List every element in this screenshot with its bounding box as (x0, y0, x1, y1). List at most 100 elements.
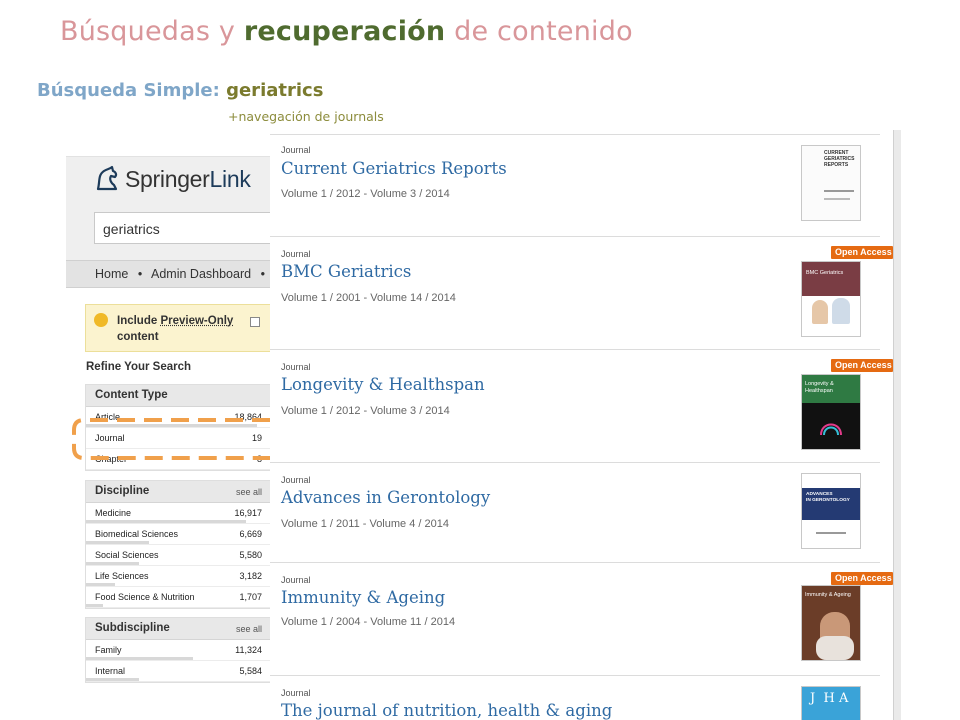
result-item: Journal BMC Geriatrics Volume 1 / 2001 -… (270, 237, 893, 350)
facet-count-bar (86, 520, 247, 523)
journal-results-list: Journal Current Geriatrics Reports Volum… (270, 134, 893, 720)
navigation-note: +navegación de journals (228, 109, 384, 124)
preview-only-notice: Include Preview-Only content (85, 304, 270, 352)
longevity-healthspan-cover[interactable]: Longevity & Healthspan (801, 374, 861, 450)
facet-count: 5,584 (239, 666, 262, 676)
cover-spiral-graphic (820, 423, 842, 436)
cover-title: Immunity & Ageing (805, 592, 851, 598)
results-scrollbar[interactable] (893, 130, 901, 720)
facet-label: Food Science & Nutrition (95, 592, 195, 602)
result-item: Journal Current Geriatrics Reports Volum… (270, 135, 880, 237)
breadcrumb-home-link[interactable]: Home (95, 267, 128, 281)
facet-count: 5,580 (239, 550, 262, 560)
search-input[interactable]: geriatrics (94, 212, 270, 244)
open-access-badge: Open Access (831, 359, 893, 372)
journal-title-link[interactable]: Current Geriatrics Reports (281, 159, 507, 178)
facet-row-family[interactable]: Family 11,324 (86, 640, 270, 661)
facet-row-medicine[interactable]: Medicine 16,917 (86, 503, 270, 524)
facet-label: Family (95, 645, 122, 655)
springer-horse-icon (96, 165, 118, 191)
journal-title-link[interactable]: BMC Geriatrics (281, 262, 411, 281)
refine-search-heading: Refine Your Search (86, 361, 192, 373)
slide-subtitle: Búsqueda Simple: geriatrics (37, 80, 323, 101)
facet-row-food-science-nutrition[interactable]: Food Science & Nutrition 1,707 (86, 587, 270, 608)
facet-count: 16,917 (234, 508, 262, 518)
subdiscipline-heading-label: Subdiscipline (95, 622, 170, 634)
cover-title-line: IN GERONTOLOGY (806, 498, 850, 503)
facet-count-bar (86, 583, 116, 586)
subtitle-search-term: geriatrics (226, 80, 324, 101)
cover-title-line: REPORTS (824, 162, 849, 168)
springer-header: SpringerLink geriatrics (66, 156, 270, 260)
open-access-badge: Open Access (831, 572, 893, 585)
facet-count-bar (86, 541, 149, 544)
subdiscipline-heading: Subdiscipline see all (86, 618, 270, 640)
journal-title-link[interactable]: Immunity & Ageing (281, 588, 445, 607)
slide-title-emphasis: recuperación (243, 16, 446, 47)
preview-only-link[interactable]: Preview-Only (160, 315, 233, 327)
breadcrumb-separator: • (260, 267, 265, 281)
facet-label: Biomedical Sciences (95, 529, 179, 539)
logo-link-text: Link (209, 165, 251, 192)
facet-row-internal[interactable]: Internal 5,584 (86, 661, 270, 682)
nutrition-health-aging-cover[interactable]: J H A (801, 686, 861, 720)
volume-range: Volume 1 / 2012 - Volume 3 / 2014 (281, 405, 450, 417)
content-type-label: Journal (281, 475, 311, 485)
result-item: Journal Immunity & Ageing Volume 1 / 200… (270, 563, 893, 676)
discipline-facet: Discipline see all Medicine 16,917 Biomedi… (85, 480, 270, 609)
subdiscipline-see-all-link[interactable]: see all (236, 624, 262, 634)
preview-content-text: content (117, 331, 159, 343)
content-type-label: Journal (281, 688, 311, 698)
facet-row-biomedical-sciences[interactable]: Biomedical Sciences 6,669 (86, 524, 270, 545)
immunity-ageing-cover[interactable]: Immunity & Ageing (801, 585, 861, 661)
facet-count: 6,669 (239, 529, 262, 539)
journal-highlight-dashed-outline (72, 418, 270, 460)
bmc-geriatrics-cover[interactable]: BMC Geriatrics (801, 261, 861, 337)
cover-title: J H A (810, 691, 849, 706)
content-type-heading: Content Type (86, 385, 270, 407)
cover-title: BMC Geriatrics (806, 270, 844, 276)
discipline-see-all-link[interactable]: see all (236, 487, 262, 497)
facet-count-bar (86, 657, 193, 660)
slide-title-part3: de contenido (445, 16, 633, 47)
content-type-label: Journal (281, 362, 311, 372)
facet-count: 3,182 (239, 571, 262, 581)
result-item: Journal Advances in Gerontology Volume 1… (270, 463, 880, 563)
breadcrumb: Home • Admin Dashboard • (66, 260, 270, 288)
slide-title-part1: Búsquedas y (60, 16, 244, 47)
facet-label: Medicine (95, 508, 132, 518)
content-type-label: Journal (281, 575, 311, 585)
include-preview-checkbox[interactable] (250, 317, 260, 327)
facet-row-life-sciences[interactable]: Life Sciences 3,182 (86, 566, 270, 587)
advances-gerontology-cover[interactable]: ADVANCES IN GERONTOLOGY (801, 473, 861, 549)
current-geriatrics-reports-cover[interactable]: CURRENT GERIATRICS REPORTS (801, 145, 861, 221)
cover-title-line: Longevity & (805, 381, 834, 387)
discipline-heading-label: Discipline (95, 485, 150, 497)
open-access-badge: Open Access (831, 246, 893, 259)
springer-link-logo[interactable]: SpringerLink (94, 165, 251, 193)
volume-range: Volume 1 / 2012 - Volume 3 / 2014 (281, 188, 450, 200)
breadcrumb-separator: • (137, 267, 143, 281)
journal-title-link[interactable]: The journal of nutrition, health & aging (281, 701, 612, 720)
volume-range: Volume 1 / 2001 - Volume 14 / 2014 (281, 292, 456, 304)
facet-label: Internal (95, 666, 126, 676)
facet-label: Social Sciences (95, 550, 159, 560)
facet-row-social-sciences[interactable]: Social Sciences 5,580 (86, 545, 270, 566)
journal-title-link[interactable]: Advances in Gerontology (281, 488, 490, 507)
facet-count-bar (86, 678, 140, 681)
facet-count: 1,707 (239, 592, 262, 602)
journal-title-link[interactable]: Longevity & Healthspan (281, 375, 485, 394)
lock-icon (94, 313, 108, 327)
logo-springer-text: Springer (125, 165, 210, 192)
discipline-heading: Discipline see all (86, 481, 270, 503)
facet-count-bar (86, 604, 103, 607)
cover-title-line: Healthspan (805, 388, 833, 394)
breadcrumb-admin-dashboard-link[interactable]: Admin Dashboard (151, 267, 251, 281)
preview-include-text: Include (117, 315, 161, 327)
subtitle-label: Búsqueda Simple: (37, 80, 220, 101)
result-item: Journal Longevity & Healthspan Volume 1 … (270, 350, 893, 463)
facet-label: Life Sciences (95, 571, 149, 581)
content-type-label: Journal (281, 249, 311, 259)
slide-title: Búsquedas y recuperación de contenido (60, 16, 633, 47)
facet-count-bar (86, 562, 140, 565)
